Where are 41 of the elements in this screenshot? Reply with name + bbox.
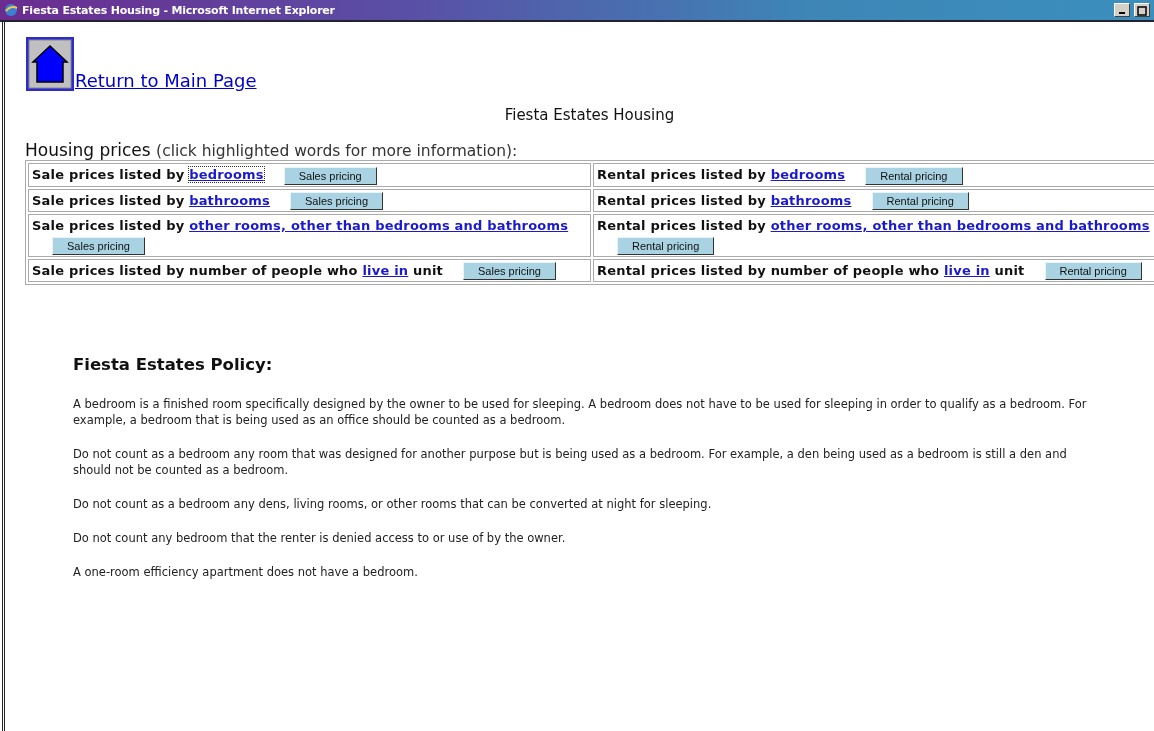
browser-icon xyxy=(4,3,18,17)
price-label: Sale prices listed by bedrooms xyxy=(32,167,264,182)
pricing-button[interactable]: Sales pricing xyxy=(290,192,383,210)
info-link[interactable]: live in xyxy=(943,262,990,278)
pricing-button[interactable]: Rental pricing xyxy=(1044,262,1142,280)
policy-paragraph: A bedroom is a finished room specifically designed by the owner to be used for sleeping. A bedroom does not have to be used for sleeping in order to qualify as a bedroom. For example, a bedroom that is being used as an office should be counted as a bedroom. xyxy=(73,396,1088,428)
page-title: Fiesta Estates Housing xyxy=(503,106,676,124)
info-link[interactable]: bathrooms xyxy=(189,192,271,208)
price-label: Rental prices listed by other rooms, other than bedrooms and bathrooms xyxy=(597,218,1150,233)
price-label: Rental prices listed by bedrooms xyxy=(597,167,846,182)
policy-paragraph: Do not count any bedroom that the renter is denied access to or use of by the owner. xyxy=(73,530,567,546)
minimize-icon xyxy=(1119,12,1125,14)
info-link[interactable]: other rooms, other than bedrooms and bathrooms xyxy=(770,218,1150,233)
pricing-button[interactable]: Rental pricing xyxy=(865,166,963,185)
maximize-button[interactable] xyxy=(1134,3,1150,17)
return-link[interactable]: Return to Main Page xyxy=(75,70,257,91)
price-label: Sale prices listed by other rooms, other than bedrooms and bathrooms xyxy=(32,218,569,233)
price-label: Sale prices listed by bathrooms xyxy=(32,192,271,208)
home-icon[interactable] xyxy=(25,36,75,92)
policy-paragraph: Do not count as a bedroom any room that was designed for another purpose but is being used as a bedroom. For example, a den being used as a bedroom is still a den and should not be counted as a bedroom. xyxy=(73,446,1068,478)
price-label: Sale prices listed by number of people who live in unit xyxy=(32,262,443,278)
info-link[interactable]: live in xyxy=(362,262,409,278)
info-link[interactable]: other rooms, other than bedrooms and bathrooms xyxy=(189,218,569,233)
price-label: Rental prices listed by number of people who live in unit xyxy=(597,262,1025,278)
price-label: Rental prices listed by bathrooms xyxy=(597,192,852,208)
window-title: Fiesta Estates Housing - Microsoft Internet Explorer xyxy=(22,3,336,17)
minimize-button[interactable] xyxy=(1114,3,1130,17)
maximize-icon xyxy=(1137,6,1147,16)
pricing-button[interactable]: Sales pricing xyxy=(283,166,377,185)
pricing-button[interactable]: Rental pricing xyxy=(617,236,715,255)
pricing-button[interactable]: Sales pricing xyxy=(463,262,556,280)
policy-paragraph: A one-room efficiency apartment does not have a bedroom. xyxy=(73,564,419,580)
info-link[interactable]: bedrooms xyxy=(770,167,846,182)
policy-paragraph: Do not count as a bedroom any dens, living rooms, or other rooms that can be converted at night for sleeping. xyxy=(73,496,713,512)
policy-heading: Fiesta Estates Policy: xyxy=(73,355,274,374)
prices-note: (click highlighted words for more information): xyxy=(156,142,518,160)
info-link[interactable]: bathrooms xyxy=(770,192,852,208)
pricing-button[interactable]: Sales pricing xyxy=(52,236,145,255)
pricing-button[interactable]: Rental pricing xyxy=(871,192,969,210)
prices-heading: Housing prices xyxy=(25,140,151,160)
info-link[interactable]: bedrooms xyxy=(189,167,264,182)
